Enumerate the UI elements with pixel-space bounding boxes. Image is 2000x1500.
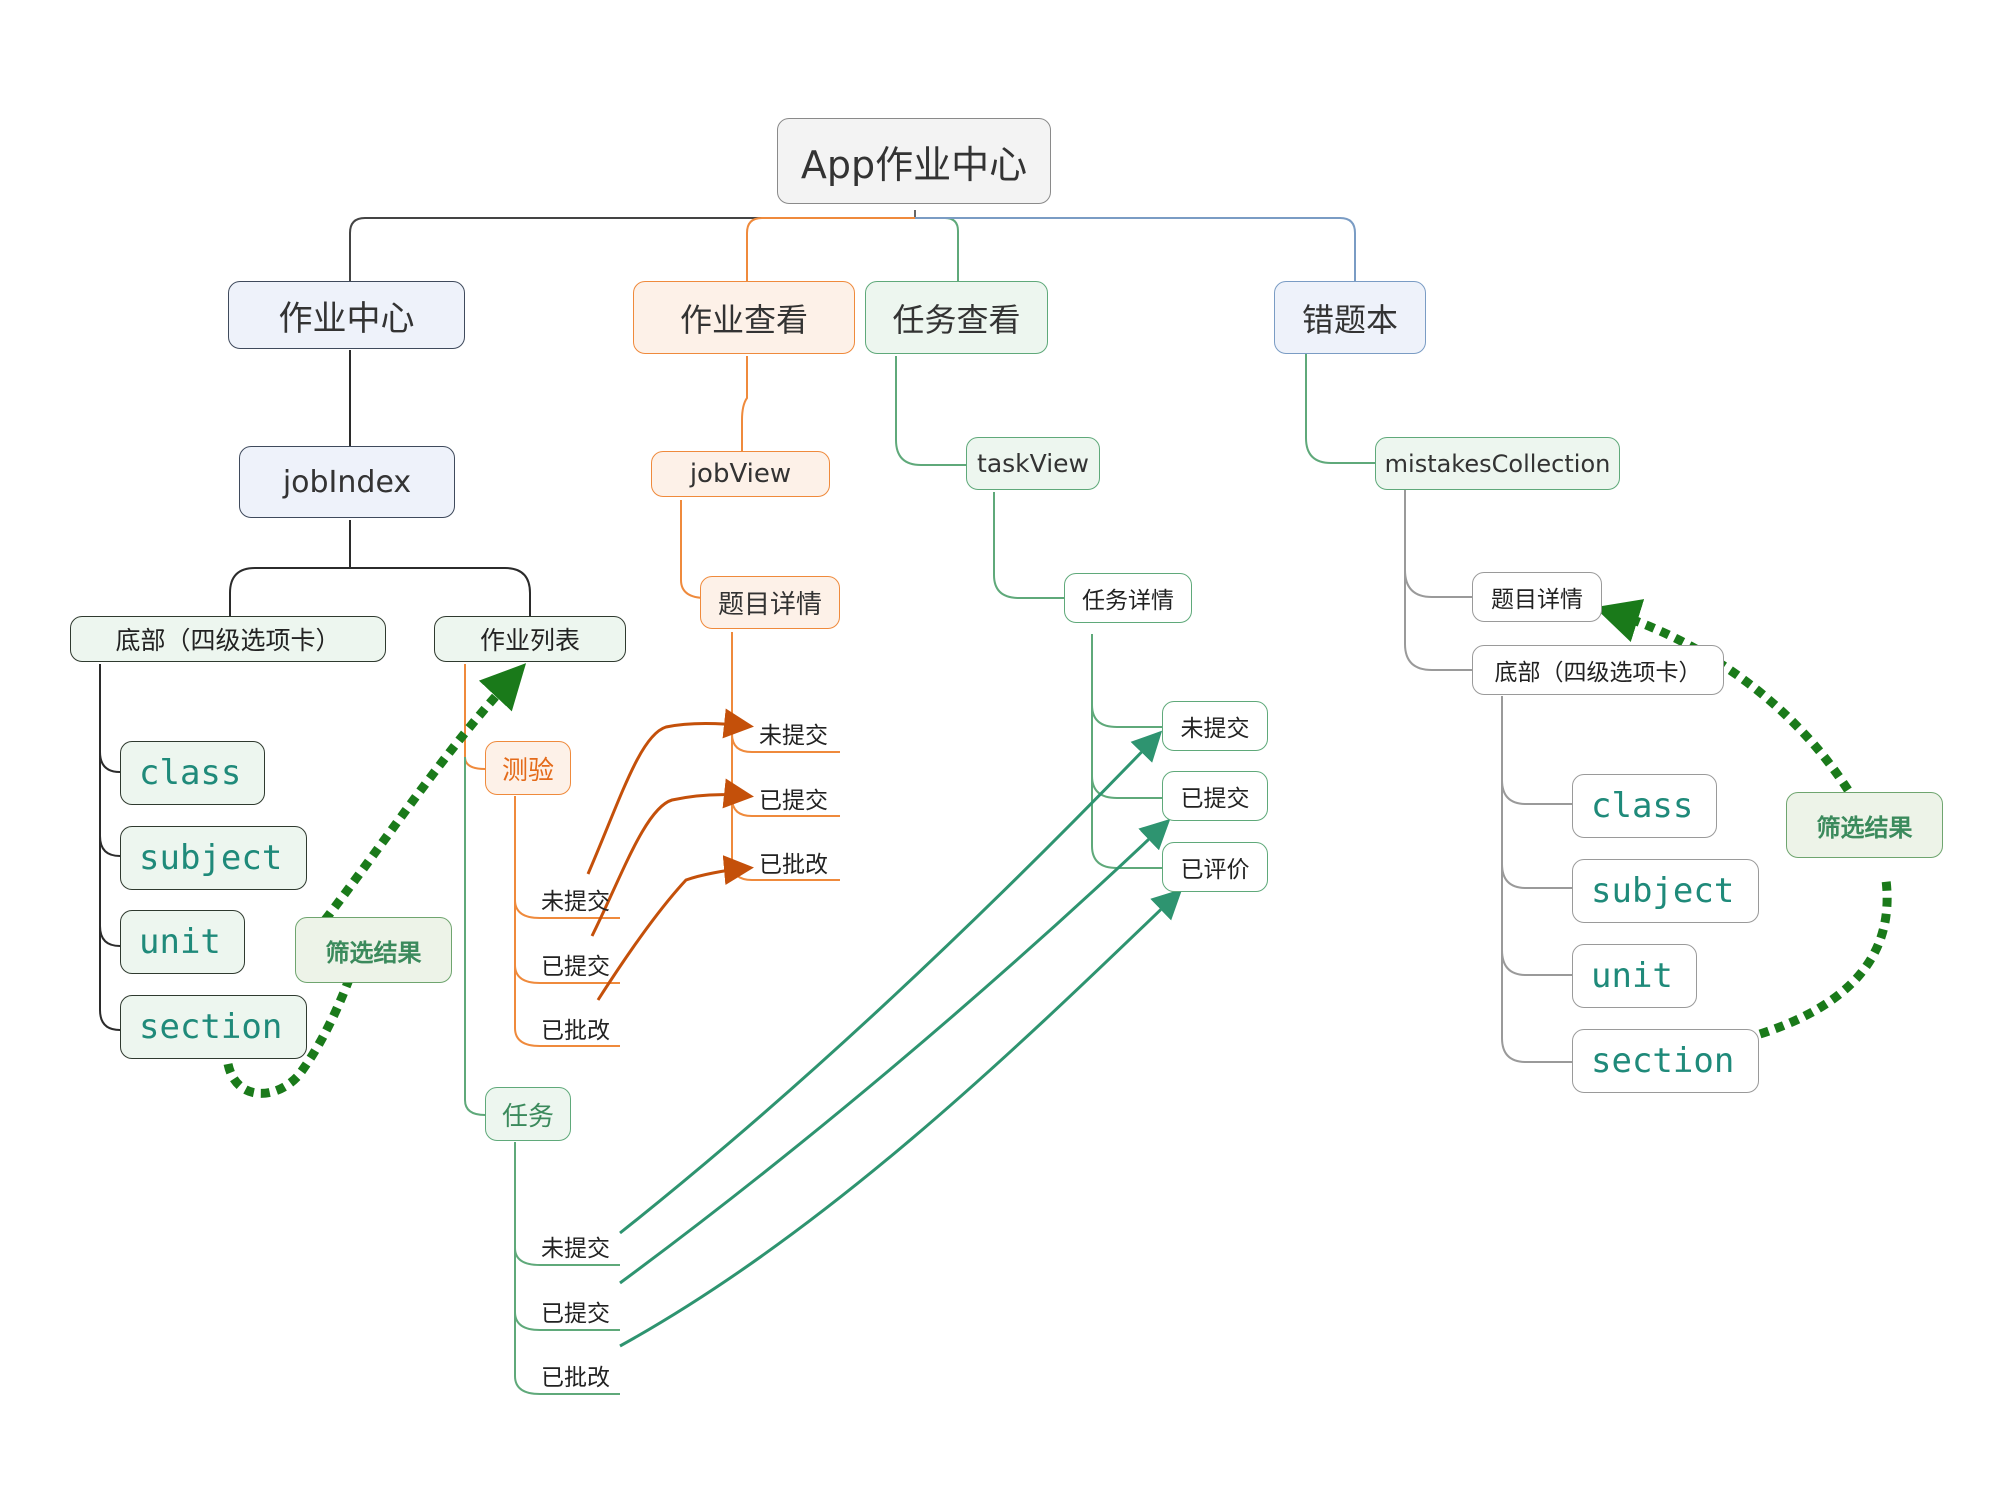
mistakes-node[interactable]: 错题本 [1274,281,1426,354]
quiz-status-unsubmitted: 未提交 [541,889,610,915]
task-status-unsubmitted: 未提交 [541,1236,610,1262]
quiz-status-graded: 已批改 [541,1018,610,1044]
task-status-submitted: 已提交 [541,1301,610,1327]
task-status-graded: 已批改 [541,1365,610,1391]
mistakes-page-node[interactable]: mistakesCollection [1375,437,1620,490]
task-view-status-submitted[interactable]: 已提交 [1162,771,1268,821]
job-list-node[interactable]: 作业列表 [434,616,626,662]
task-view-status-unsubmitted[interactable]: 未提交 [1162,701,1268,751]
filter-result-left: 筛选结果 [295,917,452,983]
mistakes-filter-subject[interactable]: subject [1572,859,1759,923]
mistakes-filter-class[interactable]: class [1572,774,1717,838]
task-view-page-node[interactable]: taskView [966,437,1100,490]
connector-lines [99,210,1892,1395]
filter-class[interactable]: class [120,741,265,805]
quiz-node[interactable]: 测验 [485,741,571,795]
filter-unit[interactable]: unit [120,910,245,974]
root-node[interactable]: App作业中心 [777,118,1051,204]
mistakes-detail-node[interactable]: 题目详情 [1472,572,1602,622]
mistakes-filter-section[interactable]: section [1572,1029,1759,1093]
job-view-status-submitted: 已提交 [759,788,828,814]
task-node[interactable]: 任务 [485,1087,571,1141]
filter-section[interactable]: section [120,995,307,1059]
job-view-status-unsubmitted: 未提交 [759,723,828,749]
bottom-tabs-node[interactable]: 底部（四级选项卡） [70,616,386,662]
task-view-node[interactable]: 任务查看 [865,281,1048,354]
mistakes-filter-unit[interactable]: unit [1572,944,1697,1008]
job-view-node[interactable]: 作业查看 [633,281,855,354]
job-view-status-graded: 已批改 [759,852,828,878]
quiz-status-submitted: 已提交 [541,954,610,980]
filter-subject[interactable]: subject [120,826,307,890]
mistakes-bottom-tabs-node[interactable]: 底部（四级选项卡） [1472,645,1724,695]
job-view-page-node[interactable]: jobView [651,451,830,497]
job-view-detail-node[interactable]: 题目详情 [700,576,840,629]
job-index-node[interactable]: jobIndex [239,446,455,518]
job-center-node[interactable]: 作业中心 [228,281,465,349]
task-view-status-evaluated[interactable]: 已评价 [1162,842,1268,892]
task-view-detail-node[interactable]: 任务详情 [1064,573,1192,623]
filter-result-right: 筛选结果 [1786,792,1943,858]
